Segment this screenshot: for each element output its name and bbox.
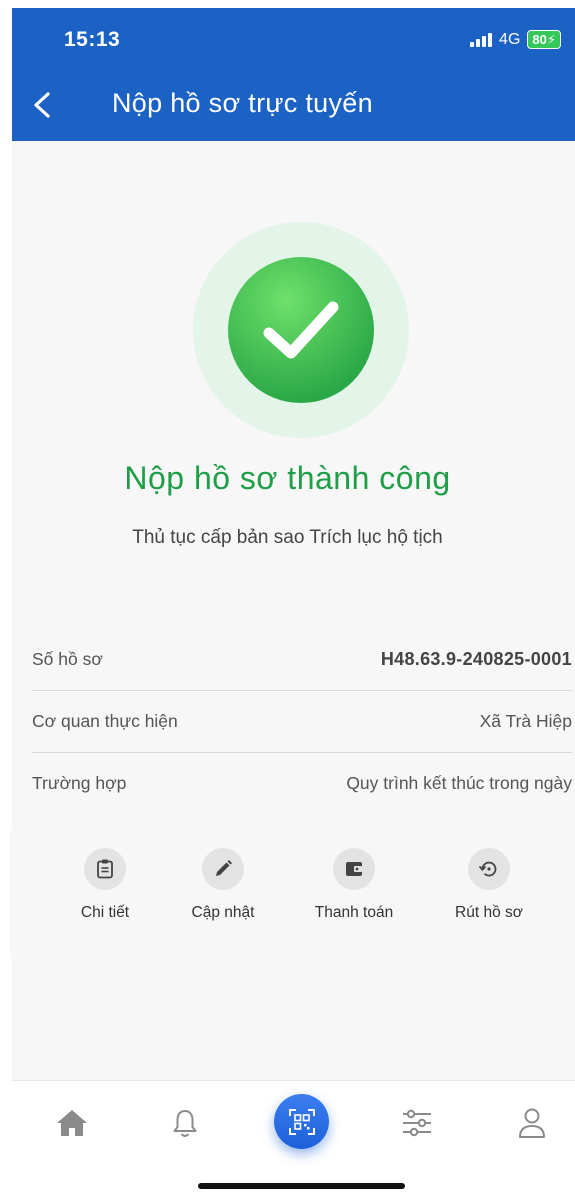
- detail-row-agency: Cơ quan thực hiện Xã Trà Hiệp: [32, 691, 572, 753]
- procedure-name: Thủ tục cấp bản sao Trích lục hộ tịch: [132, 527, 443, 548]
- success-title: Nộp hồ sơ thành công: [124, 460, 451, 496]
- pencil-icon: [202, 848, 244, 890]
- bottom-navigation: [12, 1080, 575, 1198]
- detail-row-case: Trường hợp Quy trình kết thúc trong ngày: [32, 753, 572, 815]
- back-arrow-icon[interactable]: [30, 90, 56, 120]
- app-screen: 15:13 4G 80⚡ Nộp hồ sơ trực tuyến: [12, 8, 575, 1197]
- qr-scan-button[interactable]: [274, 1094, 329, 1149]
- clipboard-icon: [84, 848, 126, 890]
- sliders-icon[interactable]: [397, 1103, 437, 1143]
- bell-icon[interactable]: [165, 1103, 205, 1143]
- detail-label: Cơ quan thực hiện: [32, 711, 178, 731]
- status-time: 15:13: [64, 28, 121, 51]
- withdraw-label: Rút hồ sơ: [455, 904, 523, 921]
- detail-value: H48.63.9-240825-0001: [380, 649, 572, 669]
- success-check-icon: [228, 257, 374, 403]
- app-header: 15:13 4G 80⚡ Nộp hồ sơ trực tuyến: [12, 8, 575, 141]
- user-icon[interactable]: [512, 1103, 552, 1143]
- detail-label: Số hồ sơ: [32, 649, 103, 669]
- detail-value: Quy trình kết thúc trong ngày: [346, 773, 572, 793]
- detail-row-file-number: Số hồ sơ H48.63.9-240825-0001: [32, 629, 572, 691]
- wallet-icon: [333, 848, 375, 890]
- detail-label: Trường hợp: [32, 773, 127, 793]
- withdraw-button[interactable]: Rút hồ sơ: [434, 848, 544, 922]
- details-label: Chi tiết: [80, 904, 130, 921]
- battery-icon: 80⚡: [527, 30, 561, 49]
- home-icon[interactable]: [52, 1103, 92, 1143]
- status-indicators: 4G 80⚡: [470, 30, 561, 49]
- home-indicator[interactable]: [198, 1183, 405, 1189]
- update-label: Cập nhật: [191, 904, 255, 921]
- history-icon: [468, 848, 510, 890]
- details-button[interactable]: Chi tiết: [50, 848, 160, 922]
- battery-level: 80: [532, 32, 547, 47]
- signal-icon: [470, 32, 493, 47]
- checkmark-icon: [263, 301, 339, 359]
- payment-button[interactable]: Thanh toán: [299, 848, 409, 922]
- page-title: Nộp hồ sơ trực tuyến: [112, 88, 373, 118]
- update-button[interactable]: Cập nhật: [168, 848, 278, 922]
- payment-label: Thanh toán: [314, 904, 394, 921]
- action-bar: Chi tiết Cập nhật Thanh toán Rút hồ sơ: [10, 830, 575, 958]
- qr-scan-icon: [288, 1108, 315, 1135]
- detail-value: Xã Trà Hiệp: [479, 711, 572, 731]
- network-type: 4G: [499, 30, 521, 48]
